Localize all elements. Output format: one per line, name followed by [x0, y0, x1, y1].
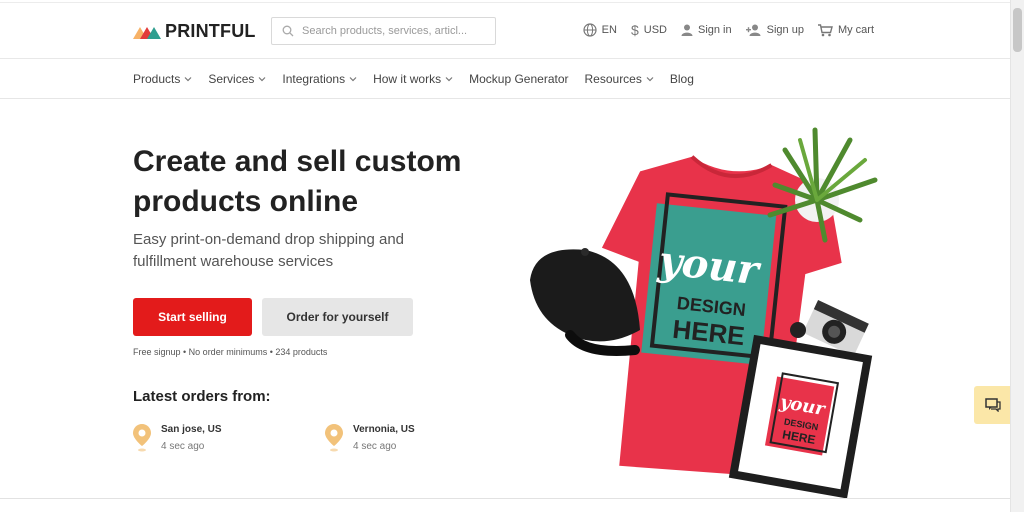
globe-icon — [583, 23, 597, 37]
sign-in-label: Sign in — [697, 24, 732, 36]
nav-item-blog[interactable]: Blog — [670, 72, 694, 86]
add-user-icon — [745, 24, 761, 36]
order-time: 4 sec ago — [353, 441, 397, 452]
main-navigation: Products Services Integrations How it wo… — [0, 60, 1010, 99]
hero-subtitle: Easy print-on-demand drop shipping and f… — [133, 231, 405, 270]
order-location: San jose, US — [161, 424, 222, 435]
currency-label: USD — [643, 24, 667, 36]
order-time: 4 sec ago — [161, 441, 205, 452]
sign-in-link[interactable]: Sign in — [681, 24, 732, 36]
latest-order-item: San jose, US 4 sec ago — [133, 424, 222, 452]
section-divider — [0, 498, 1010, 499]
nav-item-integrations[interactable]: Integrations — [282, 72, 357, 86]
nav-label: Mockup Generator — [469, 72, 569, 86]
latest-orders-heading: Latest orders from: — [133, 388, 271, 405]
chevron-down-icon — [184, 77, 192, 82]
brand-name: PRINTFUL — [165, 21, 256, 41]
hero-product-image: your DESIGN HERE your DESIGN HERE — [530, 127, 878, 499]
nav-item-services[interactable]: Services — [208, 72, 266, 86]
latest-order-item: Vernonia, US 4 sec ago — [325, 424, 415, 452]
cart-label: My cart — [837, 24, 874, 36]
cart-link[interactable]: My cart — [817, 23, 874, 37]
user-icon — [681, 24, 693, 36]
nav-label: Products — [133, 72, 181, 86]
lens-cap-decoration — [790, 322, 806, 338]
printful-logo[interactable]: PRINTFUL — [133, 21, 256, 42]
start-selling-button[interactable]: Start selling — [133, 298, 252, 336]
chevron-down-icon — [646, 77, 654, 82]
search-icon — [282, 25, 294, 37]
logo-mountains-icon — [133, 26, 161, 39]
sign-up-label: Sign up — [766, 24, 804, 36]
nav-label: How it works — [373, 72, 442, 86]
framed-print-mockup: your DESIGN HERE — [728, 334, 873, 499]
hero-title: Create and sell custom products online — [133, 145, 462, 218]
nav-label: Blog — [669, 72, 694, 86]
cap-mockup — [530, 248, 640, 356]
chat-icon — [985, 398, 1001, 412]
nav-item-products[interactable]: Products — [133, 72, 192, 86]
hero-tagline: Free signup • No order minimums • 234 pr… — [133, 347, 328, 357]
nav-item-resources[interactable]: Resources — [585, 72, 654, 86]
nav-label: Resources — [584, 72, 642, 86]
location-pin-icon — [133, 424, 151, 452]
dollar-icon: $ — [630, 22, 639, 38]
nav-item-how-it-works[interactable]: How it works — [373, 72, 453, 86]
order-for-yourself-button[interactable]: Order for yourself — [262, 298, 413, 336]
location-pin-icon — [325, 424, 343, 452]
page-scrollbar[interactable] — [1010, 0, 1024, 512]
chevron-down-icon — [258, 77, 266, 82]
nav-item-mockup-generator[interactable]: Mockup Generator — [469, 72, 568, 86]
search-input[interactable] — [302, 25, 482, 37]
cart-icon — [817, 23, 833, 36]
nav-label: Services — [208, 72, 255, 86]
chat-button[interactable] — [974, 386, 1012, 424]
site-header: PRINTFUL EN $ USD Sign in — [0, 3, 1010, 59]
chevron-down-icon — [349, 77, 357, 82]
order-location: Vernonia, US — [353, 424, 415, 435]
currency-selector[interactable]: $ USD — [631, 22, 667, 38]
header-utilities: EN $ USD Sign in Sign up My cart — [583, 22, 874, 38]
language-selector[interactable]: EN — [583, 23, 617, 37]
language-label: EN — [601, 24, 617, 36]
search-box[interactable] — [271, 17, 496, 45]
chevron-down-icon — [445, 77, 453, 82]
nav-label: Integrations — [282, 72, 346, 86]
scrollbar-thumb[interactable] — [1013, 8, 1022, 52]
sign-up-link[interactable]: Sign up — [745, 24, 804, 36]
